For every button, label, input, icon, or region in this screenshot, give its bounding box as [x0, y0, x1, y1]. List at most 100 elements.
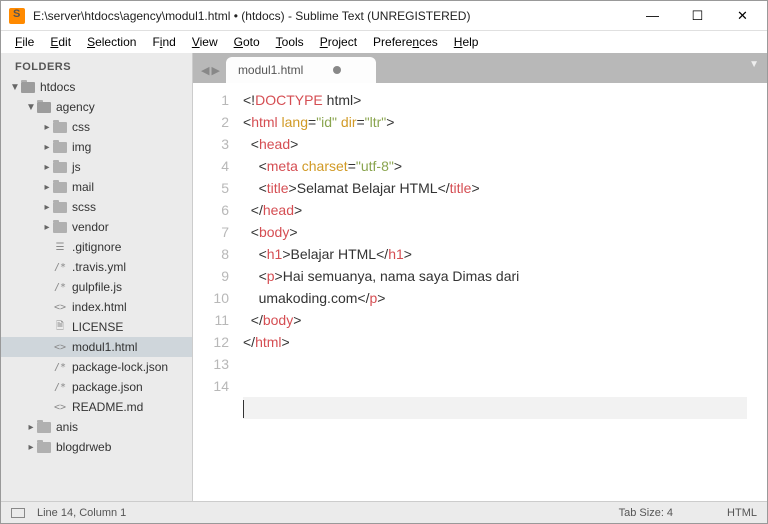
status-tabsize[interactable]: Tab Size: 4: [619, 507, 673, 519]
window: E:\server\htdocs\agency\modul1.html • (h…: [0, 0, 768, 524]
main-area: FOLDERS ▼htdocs ▼agency ▸css ▸img ▸js ▸m…: [1, 53, 767, 501]
tree-label: scss: [72, 200, 96, 214]
tree-label: package-lock.json: [72, 360, 168, 374]
tree-label: js: [72, 160, 81, 174]
tree-label: modul1.html: [72, 340, 137, 354]
tree-label: README.md: [72, 400, 143, 414]
file-script-icon: /*: [53, 362, 67, 373]
file-doc-icon: 🗎: [53, 319, 67, 336]
tree-folder-js[interactable]: ▸js: [1, 157, 192, 177]
tree-folder-agency[interactable]: ▼agency: [1, 97, 192, 117]
tree-file-packagelock[interactable]: /* package-lock.json: [1, 357, 192, 377]
tree-label: mail: [72, 180, 94, 194]
tree-label: .travis.yml: [72, 260, 126, 274]
line-number: 4: [193, 155, 229, 177]
tree-file-readme[interactable]: <> README.md: [1, 397, 192, 417]
cursor: [243, 400, 244, 418]
menu-selection[interactable]: Selection: [81, 33, 142, 51]
menu-goto[interactable]: Goto: [228, 33, 266, 51]
close-button[interactable]: ✕: [720, 2, 765, 30]
tree-folder-mail[interactable]: ▸mail: [1, 177, 192, 197]
code-area[interactable]: 1 2 3 4 5 6 7 8 9 10 11 12 13 14 <!DOCTY…: [193, 83, 767, 501]
line-number: 13: [193, 353, 229, 375]
tree-folder-htdocs[interactable]: ▼htdocs: [1, 77, 192, 97]
tree-folder-blogdrweb[interactable]: ▸blogdrweb: [1, 437, 192, 457]
line-number: 10: [193, 287, 229, 309]
statusbar: Line 14, Column 1 Tab Size: 4 HTML: [1, 501, 767, 523]
tree-label: agency: [56, 100, 95, 114]
tree-folder-img[interactable]: ▸img: [1, 137, 192, 157]
minimap[interactable]: [747, 83, 767, 501]
line-number: 2: [193, 111, 229, 133]
line-number: 12: [193, 331, 229, 353]
tree-label: img: [72, 140, 91, 154]
menu-tools[interactable]: Tools: [270, 33, 310, 51]
tab-menu-icon[interactable]: ▼: [749, 59, 759, 70]
menu-help[interactable]: Help: [448, 33, 485, 51]
folders-header: FOLDERS: [1, 57, 192, 77]
titlebar: E:\server\htdocs\agency\modul1.html • (h…: [1, 1, 767, 31]
maximize-button[interactable]: ☐: [675, 2, 720, 30]
status-language[interactable]: HTML: [727, 507, 757, 519]
file-lines-icon: ☰: [53, 242, 67, 253]
gutter: 1 2 3 4 5 6 7 8 9 10 11 12 13 14: [193, 83, 239, 501]
folder-tree: ▼htdocs ▼agency ▸css ▸img ▸js ▸mail ▸scs…: [1, 77, 192, 457]
tab-active[interactable]: modul1.html: [226, 57, 376, 83]
tree-folder-anis[interactable]: ▸anis: [1, 417, 192, 437]
line-number: 11: [193, 309, 229, 331]
menu-view[interactable]: View: [186, 33, 224, 51]
tree-label: blogdrweb: [56, 440, 111, 454]
tree-label: anis: [56, 420, 78, 434]
tabbar: ◀ ▶ modul1.html ▼: [193, 53, 767, 83]
file-script-icon: /*: [53, 282, 67, 293]
file-script-icon: /*: [53, 262, 67, 273]
tab-prev-icon[interactable]: ◀: [201, 64, 209, 77]
status-position[interactable]: Line 14, Column 1: [37, 507, 126, 519]
panel-icon[interactable]: [11, 508, 25, 518]
tree-label: package.json: [72, 380, 143, 394]
app-icon: [9, 8, 25, 24]
line-number: 9: [193, 265, 229, 287]
menubar: File Edit Selection Find View Goto Tools…: [1, 31, 767, 53]
menu-find[interactable]: Find: [146, 33, 181, 51]
file-html-icon: <>: [53, 402, 67, 413]
tree-file-package[interactable]: /* package.json: [1, 377, 192, 397]
tree-label: css: [72, 120, 90, 134]
menu-preferences[interactable]: Preferences: [367, 33, 444, 51]
tree-label: .gitignore: [72, 240, 121, 254]
tree-file-gitignore[interactable]: ☰ .gitignore: [1, 237, 192, 257]
minimize-button[interactable]: —: [630, 2, 675, 30]
tree-file-travis[interactable]: /* .travis.yml: [1, 257, 192, 277]
tree-file-modul1[interactable]: <> modul1.html: [1, 337, 192, 357]
line-number: 14: [193, 375, 229, 397]
tree-label: htdocs: [40, 80, 75, 94]
tree-folder-scss[interactable]: ▸scss: [1, 197, 192, 217]
tree-folder-vendor[interactable]: ▸vendor: [1, 217, 192, 237]
editor-area: ◀ ▶ modul1.html ▼ 1 2 3 4 5 6 7: [193, 53, 767, 501]
file-script-icon: /*: [53, 382, 67, 393]
tree-file-license[interactable]: 🗎LICENSE: [1, 317, 192, 337]
tab-label: modul1.html: [238, 63, 303, 77]
file-html-icon: <>: [53, 302, 67, 313]
line-number: 3: [193, 133, 229, 155]
code-content[interactable]: <!DOCTYPE html><html lang="id" dir="ltr"…: [239, 83, 747, 501]
tree-label: vendor: [72, 220, 109, 234]
sidebar: FOLDERS ▼htdocs ▼agency ▸css ▸img ▸js ▸m…: [1, 53, 193, 501]
tree-label: index.html: [72, 300, 127, 314]
line-number: 6: [193, 199, 229, 221]
line-number: 7: [193, 221, 229, 243]
tab-next-icon[interactable]: ▶: [211, 64, 219, 77]
menu-file[interactable]: File: [9, 33, 40, 51]
line-number: 8: [193, 243, 229, 265]
tree-file-gulpfile[interactable]: /* gulpfile.js: [1, 277, 192, 297]
menu-project[interactable]: Project: [314, 33, 363, 51]
line-number: 1: [193, 89, 229, 111]
window-title: E:\server\htdocs\agency\modul1.html • (h…: [33, 9, 630, 23]
menu-edit[interactable]: Edit: [44, 33, 77, 51]
line-number: 5: [193, 177, 229, 199]
tree-label: gulpfile.js: [72, 280, 122, 294]
tab-dirty-icon: [333, 66, 341, 74]
tree-file-indexhtml[interactable]: <> index.html: [1, 297, 192, 317]
tree-folder-css[interactable]: ▸css: [1, 117, 192, 137]
file-html-icon: <>: [53, 342, 67, 353]
